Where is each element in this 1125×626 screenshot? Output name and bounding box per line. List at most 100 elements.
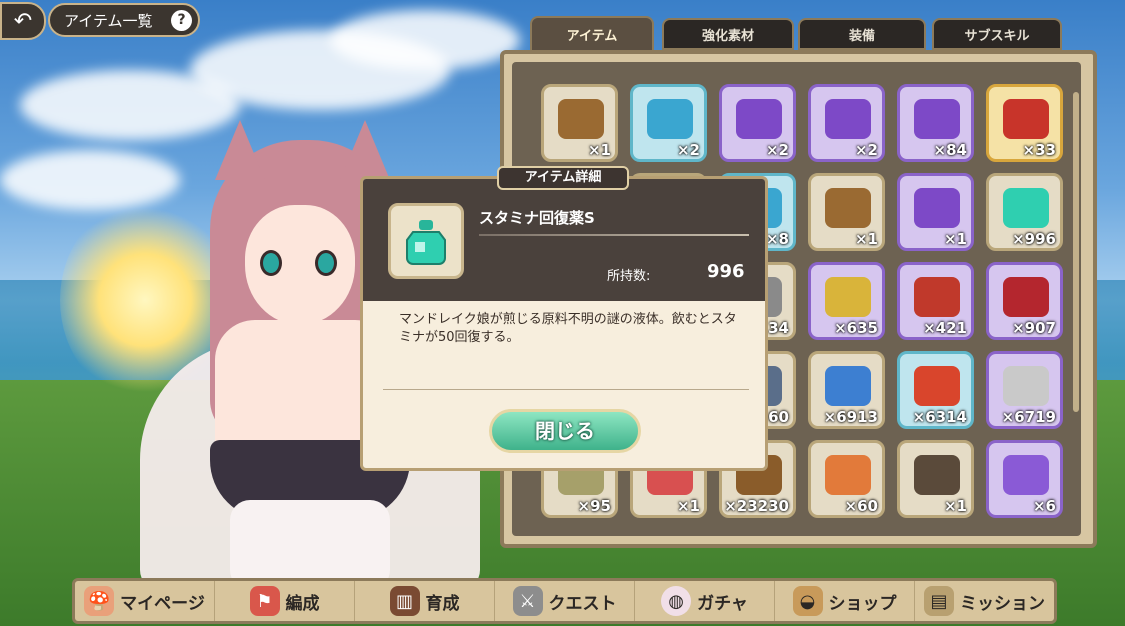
item-count: ×1	[676, 497, 700, 515]
bottom-navigation: 🍄 マイページ ⚑ 編成 ▥ 育成 ⚔ クエスト ◍ ガチャ ◒ ショップ ▤ …	[72, 578, 1057, 624]
purple-chest-icon	[914, 99, 960, 139]
item-count: ×6314	[912, 408, 967, 426]
item-count: ×60	[844, 497, 878, 515]
nav-item-formation[interactable]: ⚑ 編成	[215, 581, 355, 621]
item-count: ×6	[1032, 497, 1056, 515]
item-count: ×23230	[724, 497, 789, 515]
item-count: ×996	[1012, 230, 1056, 248]
flag-icon: ⚑	[249, 586, 280, 616]
inventory-slot[interactable]: ×6913	[808, 351, 885, 429]
owned-count-value: 996	[707, 261, 745, 282]
nav-label-mypage: マイページ	[120, 593, 205, 614]
nav-label-training: 育成	[425, 593, 460, 614]
inventory-slot[interactable]: ×1	[897, 440, 974, 518]
item-count: ×907	[1012, 319, 1056, 337]
crossed-swords-icon: ⚔	[512, 586, 543, 616]
nav-item-training[interactable]: ▥ 育成	[355, 581, 495, 621]
item-count: ×8	[765, 230, 789, 248]
item-count: ×2	[765, 141, 789, 159]
stamina-potion-icon	[388, 203, 464, 279]
tab-enhance-materials[interactable]: 強化素材	[662, 18, 794, 50]
nav-label-mission: ミッション	[960, 593, 1045, 614]
tab-items[interactable]: アイテム	[530, 16, 654, 52]
screen-title: アイテム一覧	[64, 11, 153, 30]
category-tabs: アイテム 強化素材 装備 サブスキル	[522, 16, 1067, 52]
bronze-chest-icon	[825, 188, 871, 228]
item-count: ×1	[943, 230, 967, 248]
red-chest-icon	[1003, 99, 1049, 139]
mushroom-house-icon: 🍄	[84, 586, 115, 616]
inventory-slot[interactable]: ×2	[719, 84, 796, 162]
back-button[interactable]: ↶	[0, 2, 46, 40]
red-ticket-icon	[914, 277, 960, 317]
gold-key-icon	[825, 277, 871, 317]
close-button[interactable]: 閉じる	[489, 409, 641, 453]
inventory-slot[interactable]: ×907	[986, 262, 1063, 340]
inventory-slot[interactable]: ×996	[986, 173, 1063, 251]
inventory-slot[interactable]: ×6	[986, 440, 1063, 518]
nav-item-quest[interactable]: ⚔ クエスト	[495, 581, 635, 621]
balloon-icon	[825, 455, 871, 495]
inventory-slot[interactable]: ×60	[808, 440, 885, 518]
inventory-slot[interactable]: ×421	[897, 262, 974, 340]
nav-label-gacha: ガチャ	[697, 593, 748, 614]
inventory-slot[interactable]: ×635	[808, 262, 885, 340]
inventory-slot[interactable]: ×2	[808, 84, 885, 162]
inventory-scrollbar[interactable]	[1073, 92, 1079, 412]
item-description: マンドレイク娘が煎じる原料不明の謎の液体。飲むとスタミナが50回復する。	[399, 312, 737, 345]
item-detail-modal: スタミナ回復薬S 所持数: 996 マンドレイク娘が煎じる原料不明の謎の液体。飲…	[360, 176, 768, 471]
bag-icon: ◒	[792, 586, 823, 616]
nav-label-formation: 編成	[285, 593, 320, 614]
map-scroll-icon: ▤	[924, 586, 954, 616]
item-count: ×2	[676, 141, 700, 159]
modal-item-name: スタミナ回復薬S	[479, 209, 595, 227]
modal-item-summary: スタミナ回復薬S 所持数: 996	[363, 179, 765, 301]
stamina-potion-icon	[1003, 188, 1049, 228]
item-count: ×421	[923, 319, 967, 337]
exp-milk-red-icon	[914, 366, 960, 406]
purple-chest-icon	[914, 188, 960, 228]
inventory-slot[interactable]: ×6314	[897, 351, 974, 429]
help-icon[interactable]: ?	[171, 10, 192, 31]
item-count: ×635	[834, 319, 878, 337]
nav-label-shop: ショップ	[828, 593, 897, 614]
blue-chest-icon	[647, 99, 693, 139]
inventory-slot[interactable]: ×33	[986, 84, 1063, 162]
inventory-slot[interactable]: ×1	[541, 84, 618, 162]
nav-item-gacha[interactable]: ◍ ガチャ	[635, 581, 775, 621]
item-count: 60	[768, 408, 789, 426]
inventory-slot[interactable]: ×84	[897, 84, 974, 162]
purple-bag-icon	[1003, 455, 1049, 495]
nav-label-quest: クエスト	[548, 593, 617, 614]
nav-item-mission[interactable]: ▤ ミッション	[915, 581, 1054, 621]
owned-count-label: 所持数:	[607, 269, 651, 284]
item-count: ×6719	[1001, 408, 1056, 426]
egg-icon: ◍	[661, 586, 692, 616]
inventory-slot[interactable]: ×6719	[986, 351, 1063, 429]
item-count: ×1	[943, 497, 967, 515]
modal-header-label: アイテム詳細	[497, 166, 629, 190]
modal-divider-ornament	[479, 234, 749, 236]
exp-milk-blue-icon	[825, 366, 871, 406]
back-arrow-icon: ↶	[13, 8, 33, 34]
inventory-slot[interactable]: ×1	[808, 173, 885, 251]
bronze-chest-icon	[558, 99, 604, 139]
purple-chest-icon	[736, 99, 782, 139]
scroll-icon	[914, 455, 960, 495]
nav-item-mypage[interactable]: 🍄 マイページ	[75, 581, 215, 621]
item-count: 34	[768, 319, 789, 337]
item-count: ×6913	[823, 408, 878, 426]
purple-chest-icon	[825, 99, 871, 139]
tab-equipment[interactable]: 装備	[798, 18, 926, 50]
inventory-slot[interactable]: ×1	[897, 173, 974, 251]
book-icon: ▥	[389, 586, 420, 616]
item-count: ×1	[587, 141, 611, 159]
screen-title-plate: アイテム一覧 ?	[48, 3, 200, 37]
inventory-slot[interactable]: ×2	[630, 84, 707, 162]
nav-item-shop[interactable]: ◒ ショップ	[775, 581, 915, 621]
exp-can-icon	[1003, 366, 1049, 406]
red-key-icon	[1003, 277, 1049, 317]
item-count: ×84	[933, 141, 967, 159]
tab-sub-skills[interactable]: サブスキル	[932, 18, 1062, 50]
item-count: ×95	[577, 497, 611, 515]
